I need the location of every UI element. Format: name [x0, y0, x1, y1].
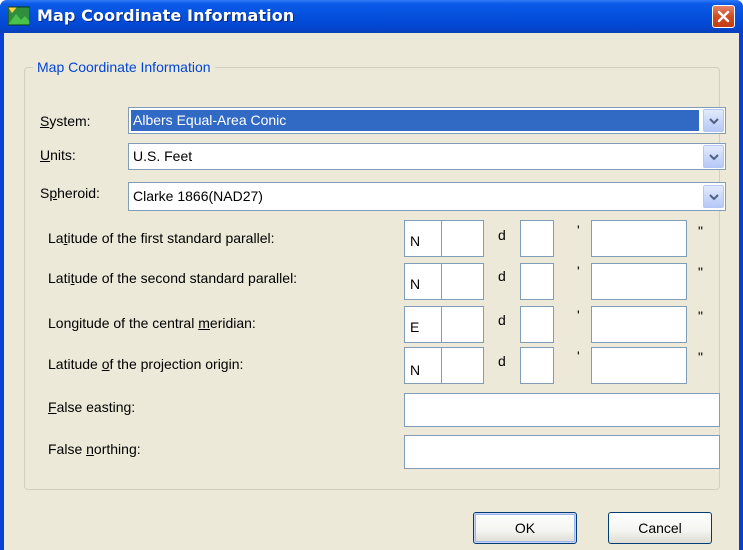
- seconds-unit: ": [698, 264, 703, 280]
- close-button[interactable]: [712, 5, 735, 28]
- first-parallel-minutes[interactable]: [520, 220, 554, 257]
- second-parallel-hemisphere[interactable]: N: [404, 263, 442, 300]
- hemisphere-value: N: [410, 276, 421, 292]
- seconds-unit: ": [698, 349, 703, 365]
- degrees-unit: d: [498, 353, 506, 369]
- seconds-unit: ": [698, 223, 703, 239]
- first-parallel-hemisphere[interactable]: N: [404, 220, 442, 257]
- spheroid-select[interactable]: Clarke 1866(NAD27): [128, 182, 726, 211]
- system-dropdown-button[interactable]: [703, 109, 724, 132]
- projection-origin-seconds[interactable]: [591, 347, 687, 384]
- second-parallel-minutes[interactable]: [520, 263, 554, 300]
- minutes-unit: ': [577, 348, 580, 364]
- minutes-unit: ': [577, 222, 580, 238]
- dialog-client-area: Map Coordinate Information System: Alber…: [4, 33, 739, 550]
- central-meridian-label: Longitude of the central meridian:: [48, 315, 256, 331]
- central-meridian-minutes[interactable]: [520, 306, 554, 343]
- central-meridian-hemisphere[interactable]: E: [404, 306, 442, 343]
- group-legend: Map Coordinate Information: [33, 59, 215, 75]
- units-label: Units:: [40, 147, 76, 163]
- projection-origin-minutes[interactable]: [520, 347, 554, 384]
- degrees-unit: d: [498, 227, 506, 243]
- window-title: Map Coordinate Information: [37, 6, 295, 25]
- false-northing-label: False northing:: [48, 441, 141, 457]
- cancel-button[interactable]: Cancel: [608, 512, 712, 544]
- system-label: System:: [40, 113, 91, 129]
- degrees-unit: d: [498, 268, 506, 284]
- projection-origin-degrees[interactable]: [441, 347, 484, 384]
- central-meridian-degrees[interactable]: [441, 306, 484, 343]
- map-app-icon: [8, 6, 30, 26]
- units-select[interactable]: U.S. Feet: [128, 143, 726, 170]
- projection-origin-label: Latitude of the projection origin:: [48, 356, 244, 372]
- ok-button[interactable]: OK: [473, 512, 577, 544]
- second-parallel-seconds[interactable]: [591, 263, 687, 300]
- hemisphere-value: E: [410, 319, 420, 335]
- spheroid-select-value: Clarke 1866(NAD27): [133, 188, 263, 204]
- chevron-down-icon: [709, 194, 719, 201]
- chevron-down-icon: [709, 118, 719, 125]
- spheroid-dropdown-button[interactable]: [703, 185, 724, 208]
- dialog-window: Map Coordinate Information Map Coordinat…: [0, 0, 743, 550]
- first-parallel-label: Latitude of the first standard parallel:: [48, 230, 275, 246]
- seconds-unit: ": [698, 308, 703, 324]
- system-select-value: Albers Equal-Area Conic: [131, 110, 699, 131]
- central-meridian-seconds[interactable]: [591, 306, 687, 343]
- hemisphere-value: N: [410, 362, 421, 378]
- minutes-unit: ': [577, 263, 580, 279]
- first-parallel-degrees[interactable]: [441, 220, 484, 257]
- false-northing-input[interactable]: [404, 435, 720, 469]
- false-easting-input[interactable]: [404, 393, 720, 427]
- units-select-value: U.S. Feet: [133, 148, 193, 164]
- minutes-unit: ': [577, 307, 580, 323]
- second-parallel-label: Latitude of the second standard parallel…: [48, 270, 298, 286]
- second-parallel-degrees[interactable]: [441, 263, 484, 300]
- spheroid-label: Spheroid:: [40, 185, 100, 201]
- close-icon: [717, 10, 730, 23]
- projection-origin-hemisphere[interactable]: N: [404, 347, 442, 384]
- first-parallel-seconds[interactable]: [591, 220, 687, 257]
- system-select[interactable]: Albers Equal-Area Conic: [128, 107, 726, 134]
- chevron-down-icon: [709, 154, 719, 161]
- false-easting-label: False easting:: [48, 399, 136, 415]
- title-bar[interactable]: Map Coordinate Information: [0, 0, 743, 33]
- units-dropdown-button[interactable]: [703, 145, 724, 168]
- hemisphere-value: N: [410, 233, 421, 249]
- degrees-unit: d: [498, 312, 506, 328]
